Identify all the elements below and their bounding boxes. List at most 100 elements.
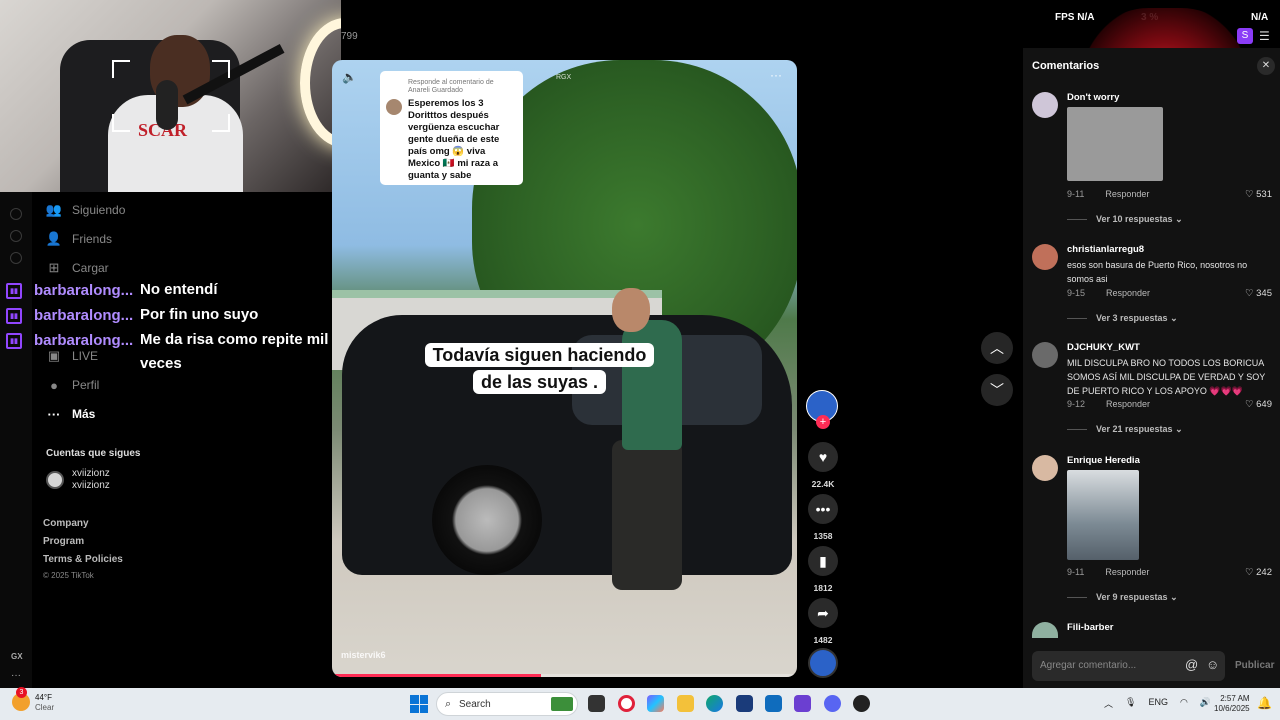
reply-button[interactable]: Responder (1106, 399, 1150, 409)
footer-link-company[interactable]: Company (43, 518, 89, 529)
comment-author[interactable]: christianlarregu8 (1067, 244, 1144, 255)
wifi-icon[interactable]: ◠ (1180, 697, 1188, 710)
speaker-icon[interactable]: 🔊 (1200, 697, 1211, 710)
task-view-icon[interactable] (588, 695, 605, 712)
next-video-button[interactable]: ﹀ (981, 374, 1013, 406)
view-replies-label: Ver 21 respuestas (1096, 424, 1173, 434)
bookmark-icon[interactable]: ▮ (808, 546, 838, 576)
clock[interactable]: 2:57 AM 10/6/2025 (1214, 694, 1250, 714)
outlook-icon[interactable] (765, 695, 782, 712)
view-replies-button[interactable]: Ver 21 respuestas ⌄ (1067, 424, 1183, 435)
share-icon[interactable]: ➦ (808, 598, 838, 628)
opera-gx-icon[interactable] (618, 695, 635, 712)
man-shorts (612, 440, 682, 590)
copyright: © 2025 TikTok (43, 571, 94, 580)
comment: DJCHUKY_KWT MIL DISCULPA BRO NO TODOS LO… (1032, 342, 1272, 442)
taskbar-search[interactable]: ⌕ Search (436, 692, 578, 716)
fps-value: N/A (1077, 12, 1095, 23)
focus-bracket (112, 114, 130, 132)
rail-clock-icon[interactable] (10, 230, 22, 242)
edge-icon[interactable] (706, 695, 723, 712)
tiktok-sidebar: 👥 Siguiendo 👤 Friends ⊞ Cargar ▣ LIVE ● … (32, 192, 332, 688)
comment-input[interactable]: Agregar comentario... @ ☺ (1032, 651, 1225, 681)
avatar[interactable] (1032, 455, 1058, 481)
video-progress-bar[interactable] (332, 674, 797, 677)
avatar[interactable] (1032, 622, 1058, 638)
comment-icon[interactable]: ••• (808, 494, 838, 524)
notifications-icon[interactable]: 🔔 (1257, 696, 1272, 710)
comment-meta: 9-12 Responder (1067, 399, 1150, 409)
store-icon[interactable] (736, 695, 753, 712)
close-icon[interactable]: ✕ (1257, 57, 1275, 75)
comment-input-placeholder: Agregar comentario... (1040, 660, 1137, 671)
footer-link-program[interactable]: Program (43, 536, 84, 547)
view-replies-button[interactable]: Ver 3 respuestas ⌄ (1067, 313, 1178, 324)
twitch-icon: ▮▮ (6, 283, 22, 299)
view-replies-label: Ver 3 respuestas (1096, 313, 1168, 323)
reply-button[interactable]: Responder (1105, 189, 1149, 199)
view-replies-label: Ver 9 respuestas (1096, 592, 1168, 602)
gx-logo[interactable]: GX (11, 652, 23, 661)
sidebar-item-label: Friends (72, 232, 113, 246)
obs-icon[interactable] (853, 695, 870, 712)
weather-icon: 3 (12, 687, 30, 711)
comment-like[interactable]: ♡ 242 (1245, 567, 1272, 578)
weather-widget[interactable]: 3 44°F Clear (12, 687, 54, 713)
emoji-icon[interactable]: ☺ (1206, 657, 1219, 672)
creator-avatar[interactable]: + (806, 390, 838, 429)
view-replies-button[interactable]: Ver 10 respuestas ⌄ (1067, 214, 1183, 225)
save-action[interactable]: ▮ 1812 (808, 546, 838, 593)
rail-history-icon[interactable] (10, 208, 22, 220)
avatar[interactable] (1032, 244, 1058, 270)
reply-button[interactable]: Responder (1106, 288, 1150, 298)
microphone-icon[interactable]: 🎙 (1125, 697, 1136, 710)
sidebar-item-cargar[interactable]: ⊞ Cargar (46, 260, 109, 276)
rail-extension-icon[interactable] (10, 252, 22, 264)
heart-icon[interactable]: ♥ (808, 442, 838, 472)
mention-icon[interactable]: @ (1185, 657, 1198, 672)
comment-like[interactable]: ♡ 531 (1245, 189, 1272, 200)
video-player[interactable]: Responde al comentario de Anareli Guarda… (332, 60, 797, 677)
car-wheel (432, 465, 542, 575)
followed-account[interactable]: xviizionz xviizionz (46, 468, 110, 492)
avatar[interactable] (1032, 92, 1058, 118)
sidebar-item-mas[interactable]: ··· Más (46, 406, 96, 422)
language-indicator[interactable]: ENG (1148, 697, 1168, 710)
sidebar-item-friends[interactable]: 👤 Friends (46, 231, 112, 247)
chevron-down-icon: ﹀ (990, 382, 1004, 398)
comment-author[interactable]: DJCHUKY_KWT (1067, 342, 1140, 353)
comment-image[interactable] (1067, 470, 1139, 560)
show-hidden-icons-icon[interactable]: ︿ (1104, 697, 1113, 710)
avatar[interactable] (1032, 342, 1058, 368)
follow-plus-icon[interactable]: + (816, 415, 830, 429)
reply-button[interactable]: Responder (1105, 567, 1149, 577)
previous-video-button[interactable]: ︿ (981, 332, 1013, 364)
start-button[interactable] (410, 695, 428, 713)
discord-icon[interactable] (824, 695, 841, 712)
comment-image[interactable] (1067, 107, 1163, 181)
file-explorer-icon[interactable] (677, 695, 694, 712)
view-replies-button[interactable]: Ver 9 respuestas ⌄ (1067, 592, 1178, 603)
stat-readout: N/A (1251, 12, 1269, 23)
copilot-icon[interactable] (647, 695, 664, 712)
video-options-icon[interactable]: ··· (770, 68, 782, 82)
menu-icon[interactable]: ☰ (1259, 29, 1270, 43)
chat-username: barbaralong... (34, 307, 134, 324)
music-disc[interactable] (808, 648, 838, 678)
comment-like[interactable]: ♡ 345 (1245, 288, 1272, 299)
comment-like[interactable]: ♡ 649 (1245, 399, 1272, 410)
clipchamp-icon[interactable] (794, 695, 811, 712)
comment-author[interactable]: Enrique Heredia (1067, 455, 1140, 466)
followed-display-name: xviizionz (72, 480, 110, 491)
rail-more-icon[interactable]: ··· (11, 670, 21, 681)
publish-button[interactable]: Publicar (1235, 660, 1274, 671)
comment-author[interactable]: Fili-barber (1067, 622, 1113, 633)
comment-action[interactable]: ••• 1358 (808, 494, 838, 541)
sidebar-item-siguiendo[interactable]: 👥 Siguiendo (46, 202, 125, 218)
search-icon: ⌕ (445, 698, 452, 710)
volume-icon[interactable]: 🔈 (342, 70, 357, 84)
comment-author[interactable]: Don't worry (1067, 92, 1119, 103)
share-action[interactable]: ➦ 1482 (808, 598, 838, 645)
footer-link-terms[interactable]: Terms & Policies (43, 554, 123, 565)
like-action[interactable]: ♥ 22.4K (808, 442, 838, 489)
